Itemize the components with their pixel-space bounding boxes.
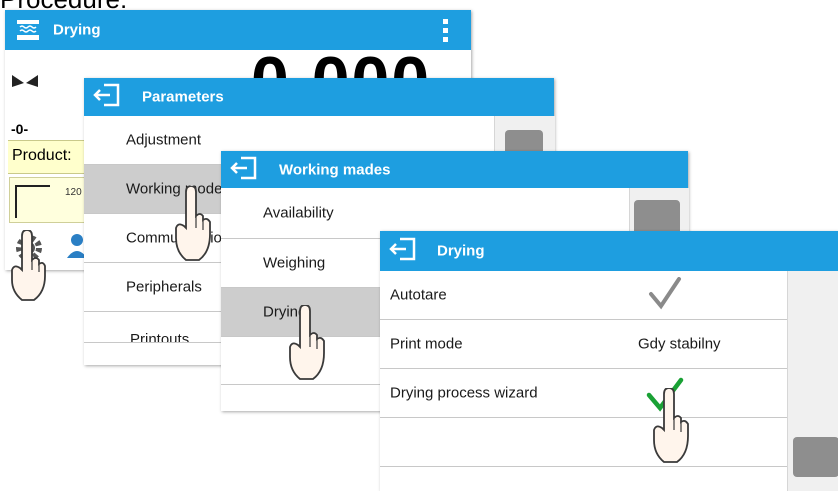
menu-item-label: Weighing <box>263 254 326 272</box>
scrollbar-thumb[interactable] <box>793 437 838 477</box>
main-title: Drying <box>53 21 101 39</box>
drying-scrollbar[interactable] <box>787 271 838 491</box>
drying-profile-icon <box>15 185 50 218</box>
menu-item-label: Printouts <box>130 331 190 343</box>
menu-item-label: Availability <box>263 204 334 222</box>
parameters-title: Parameters <box>142 88 224 106</box>
setting-autotare[interactable]: Autotare <box>380 271 787 320</box>
kebab-menu-icon[interactable] <box>443 19 449 47</box>
working-modes-title: Working mades <box>279 161 391 178</box>
menu-item-label: Peripherals <box>126 278 202 296</box>
parameters-title-bar: Parameters <box>84 78 554 116</box>
hand-pointer-icon <box>286 304 330 386</box>
setting-drying-process-wizard[interactable]: Drying process wizard <box>380 369 787 418</box>
setting-label: Print mode <box>390 335 463 353</box>
drying-title: Drying <box>437 242 485 260</box>
back-arrow-icon[interactable] <box>388 236 418 266</box>
product-label: Product: <box>12 147 72 164</box>
working-modes-title-bar: Working mades <box>221 151 688 188</box>
zero-indicator: -0- <box>11 121 29 137</box>
drying-mode-icon <box>15 18 41 46</box>
setting-label: Drying process wizard <box>390 384 538 402</box>
drying-title-bar: Drying <box>380 231 838 271</box>
grey-checkmark-icon <box>648 277 682 315</box>
hand-pointer-icon <box>172 185 216 267</box>
setting-label: Autotare <box>390 286 447 304</box>
menu-item-label: Adjustment <box>126 131 202 149</box>
setting-print-mode[interactable]: Print mode Gdy stabilny <box>380 320 787 369</box>
stability-icon <box>12 74 38 92</box>
back-arrow-icon[interactable] <box>229 155 259 185</box>
drying-panel: Drying Autotare Print mode Gdy stabilny … <box>380 231 838 491</box>
hand-pointer-icon <box>650 387 694 469</box>
back-arrow-icon[interactable] <box>92 82 122 112</box>
setting-empty-row <box>380 418 787 467</box>
drying-profile-box: 120 ° <box>9 177 91 223</box>
hand-pointer-icon <box>8 229 48 307</box>
setting-value: Gdy stabilny <box>638 335 721 353</box>
